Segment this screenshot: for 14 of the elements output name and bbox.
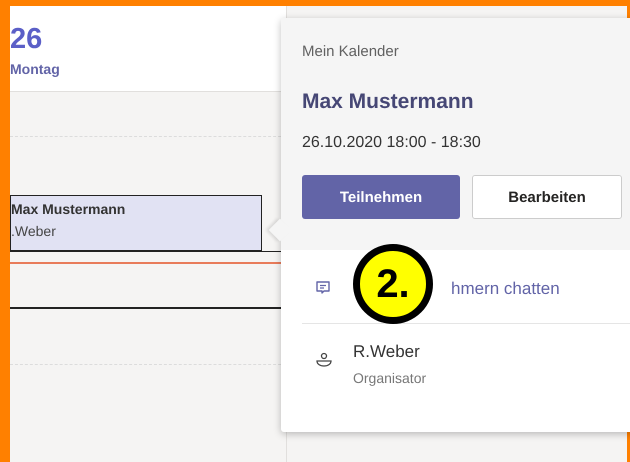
calendar-event[interactable]: Max Mustermann .Weber	[10, 195, 262, 251]
event-organizer: .Weber	[11, 223, 56, 239]
calendar-name: Mein Kalender	[302, 43, 400, 60]
organizer-role: Organisator	[353, 370, 426, 386]
organizer-name: R.Weber	[353, 342, 421, 362]
edit-button[interactable]: Bearbeiten	[472, 175, 622, 219]
join-button[interactable]: Teilnehmen	[302, 175, 460, 219]
day-number: 26	[10, 23, 42, 55]
chat-link[interactable]: hmern chatten	[451, 278, 560, 298]
day-name: Montag	[10, 61, 60, 77]
person-icon	[315, 352, 333, 368]
event-time: 26.10.2020 18:00 - 18:30	[302, 134, 482, 152]
event-title: Max Mustermann	[302, 90, 475, 114]
event-title: Max Mustermann	[11, 201, 126, 217]
